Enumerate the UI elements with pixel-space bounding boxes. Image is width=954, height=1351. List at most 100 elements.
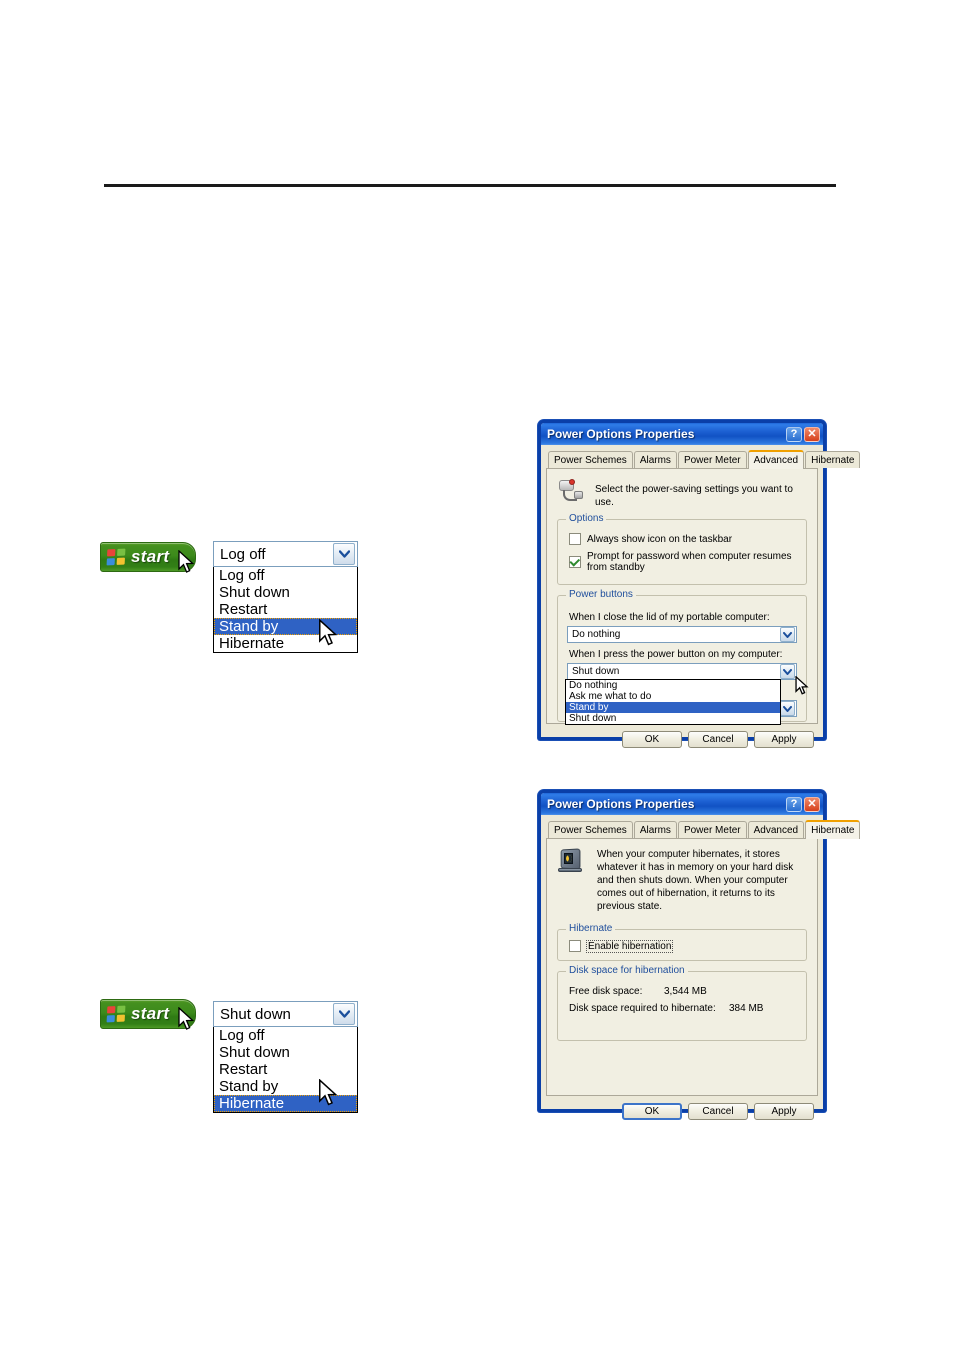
list-item[interactable]: Restart <box>214 601 357 618</box>
chevron-down-icon[interactable] <box>333 1003 355 1025</box>
list-item[interactable]: Shut down <box>214 1044 357 1061</box>
list-item[interactable]: Stand by <box>214 1078 357 1095</box>
ok-button[interactable]: OK <box>622 1103 682 1120</box>
dialog-title: Power Options Properties <box>547 427 695 441</box>
power-buttons-group-legend: Power buttons <box>566 589 636 600</box>
checkbox-unchecked-icon[interactable] <box>569 533 581 545</box>
tab-hibernate[interactable]: Hibernate <box>805 451 861 468</box>
dropdown-option-selected[interactable]: Stand by <box>566 702 780 713</box>
checkbox-unchecked-icon[interactable] <box>569 940 581 952</box>
power-action-combo-value-2: Shut down <box>220 1005 291 1023</box>
list-item[interactable]: Hibernate <box>214 635 357 652</box>
required-disk-space-value: 384 MB <box>729 1003 764 1014</box>
tab-power-meter[interactable]: Power Meter <box>677 451 747 468</box>
dialog-title: Power Options Properties <box>547 797 695 811</box>
advanced-header: Select the power-saving settings you wan… <box>557 477 807 509</box>
tab-alarms[interactable]: Alarms <box>633 451 677 468</box>
cancel-button[interactable]: Cancel <box>688 1103 748 1120</box>
start-button-label: start <box>131 547 170 566</box>
tab-page-hibernate: When your computer hibernates, it stores… <box>546 839 818 1096</box>
list-item[interactable]: Log off <box>214 567 357 584</box>
ok-button[interactable]: OK <box>622 731 682 748</box>
dialog-button-bar-hibernate[interactable]: OK Cancel Apply <box>546 1096 818 1122</box>
dialog-titlebar-hibernate[interactable]: Power Options Properties ? ✕ <box>541 793 823 815</box>
close-icon[interactable]: ✕ <box>804 426 820 442</box>
dropdown-option[interactable]: Do nothing <box>566 680 780 691</box>
power-button-field-label: When I press the power button on my comp… <box>569 649 783 660</box>
windows-flag-icon <box>106 548 126 566</box>
tab-hibernate[interactable]: Hibernate <box>805 820 861 839</box>
always-show-icon-row[interactable]: Always show icon on the taskbar <box>569 533 797 545</box>
list-item[interactable]: Shut down <box>214 584 357 601</box>
chevron-down-icon[interactable] <box>780 701 795 716</box>
power-action-list-2[interactable]: Log off Shut down Restart Stand by Hiber… <box>213 1027 358 1113</box>
advanced-header-text: Select the power-saving settings you wan… <box>595 484 793 508</box>
start-button-2[interactable]: start <box>100 999 196 1029</box>
help-icon[interactable]: ? <box>786 426 802 442</box>
sleep-button-open-list[interactable]: Do nothing Ask me what to do Stand by Sh… <box>565 679 781 725</box>
free-disk-space-label: Free disk space: <box>569 986 643 997</box>
tab-advanced[interactable]: Advanced <box>747 450 805 469</box>
close-icon[interactable]: ✕ <box>804 796 820 812</box>
hibernate-group: Hibernate Enable hibernation <box>557 923 807 961</box>
apply-button[interactable]: Apply <box>754 1103 814 1120</box>
prompt-password-label: Prompt for password when computer resume… <box>587 551 792 573</box>
enable-hibernation-label: Enable hibernation <box>585 939 674 953</box>
options-group: Options Always show icon on the taskbar … <box>557 513 807 585</box>
tab-strip-hibernate[interactable]: Power Schemes Alarms Power Meter Advance… <box>546 820 861 839</box>
power-options-dialog-hibernate[interactable]: Power Options Properties ? ✕ Power Schem… <box>538 790 861 1120</box>
dialog-titlebar-advanced[interactable]: Power Options Properties ? ✕ <box>541 423 823 445</box>
tab-power-schemes[interactable]: Power Schemes <box>548 451 633 468</box>
options-group-legend: Options <box>566 513 607 524</box>
hibernate-computer-icon <box>557 847 587 875</box>
page-header-rule <box>104 184 836 187</box>
tab-strip-advanced[interactable]: Power Schemes Alarms Power Meter Advance… <box>546 450 861 469</box>
dropdown-option[interactable]: Ask me what to do <box>566 691 780 702</box>
required-disk-space-label: Disk space required to hibernate: <box>569 1003 716 1014</box>
list-item-selected[interactable]: Stand by <box>214 618 357 635</box>
lid-action-dropdown[interactable]: Do nothing <box>567 626 797 643</box>
chevron-down-icon[interactable] <box>780 627 795 642</box>
hibernate-header-text: When your computer hibernates, it stores… <box>597 849 794 912</box>
lid-action-value: Do nothing <box>572 629 621 640</box>
power-plug-icon <box>557 477 585 505</box>
list-item-selected[interactable]: Hibernate <box>214 1095 357 1112</box>
power-action-combo-1[interactable]: Log off Log off Shut down Restart Stand … <box>213 541 358 653</box>
checkbox-checked-icon[interactable] <box>569 556 581 568</box>
power-action-combo-2[interactable]: Shut down Log off Shut down Restart Stan… <box>213 1001 358 1113</box>
power-action-combo-value-1: Log off <box>220 545 266 563</box>
free-disk-space-value: 3,544 MB <box>664 986 707 997</box>
power-options-dialog-advanced[interactable]: Power Options Properties ? ✕ Power Schem… <box>538 420 861 748</box>
hibernate-header: When your computer hibernates, it stores… <box>557 847 807 913</box>
windows-flag-icon <box>106 1005 126 1023</box>
prompt-password-row[interactable]: Prompt for password when computer resume… <box>569 551 797 573</box>
power-button-action-dropdown[interactable]: Shut down <box>567 663 797 680</box>
enable-hibernation-row[interactable]: Enable hibernation <box>569 939 797 953</box>
tab-advanced[interactable]: Advanced <box>747 821 805 838</box>
chevron-down-icon[interactable] <box>333 543 355 565</box>
tab-alarms[interactable]: Alarms <box>633 821 677 838</box>
list-item[interactable]: Restart <box>214 1061 357 1078</box>
dialog-button-bar-advanced[interactable]: OK Cancel Apply <box>546 724 818 750</box>
free-disk-space-row: Free disk space: 3,544 MB <box>569 986 797 997</box>
hibernate-group-legend: Hibernate <box>566 923 616 934</box>
disk-space-group-legend: Disk space for hibernation <box>566 965 688 976</box>
tab-power-schemes[interactable]: Power Schemes <box>548 821 633 838</box>
apply-button[interactable]: Apply <box>754 731 814 748</box>
lid-field-label: When I close the lid of my portable comp… <box>569 612 770 623</box>
list-item[interactable]: Log off <box>214 1027 357 1044</box>
help-icon[interactable]: ? <box>786 796 802 812</box>
disk-space-group: Disk space for hibernation Free disk spa… <box>557 965 807 1041</box>
start-button-label: start <box>131 1004 170 1023</box>
power-button-action-value: Shut down <box>572 666 620 677</box>
tab-power-meter[interactable]: Power Meter <box>677 821 747 838</box>
always-show-icon-label: Always show icon on the taskbar <box>587 533 733 545</box>
cancel-button[interactable]: Cancel <box>688 731 748 748</box>
power-action-list-1[interactable]: Log off Shut down Restart Stand by Hiber… <box>213 567 358 653</box>
power-action-combo-field-1[interactable]: Log off <box>213 541 358 567</box>
chevron-down-icon[interactable] <box>780 664 795 679</box>
power-action-combo-field-2[interactable]: Shut down <box>213 1001 358 1027</box>
required-disk-space-row: Disk space required to hibernate: 384 MB <box>569 1003 797 1014</box>
start-button-1[interactable]: start <box>100 542 196 572</box>
dropdown-option[interactable]: Shut down <box>566 713 780 724</box>
